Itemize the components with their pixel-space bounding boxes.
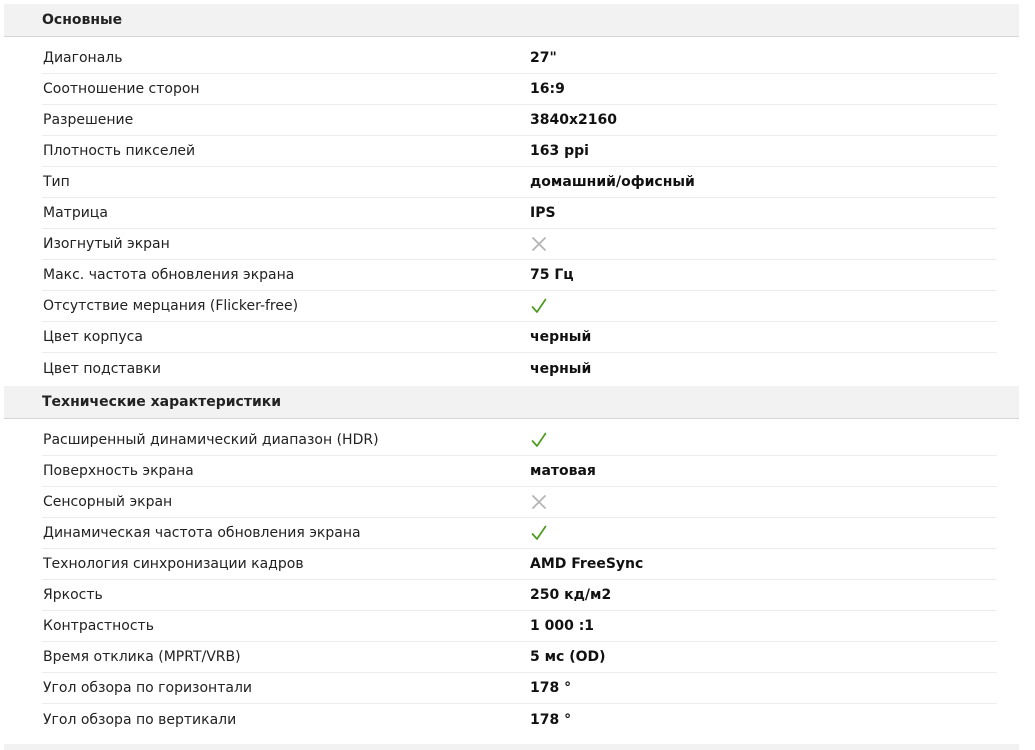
check-icon [530,297,548,315]
spec-row-touch-screen: Сенсорный экран [42,487,997,518]
spec-value: 163 ppi [530,143,589,159]
check-icon [530,431,548,449]
spec-label: Расширенный динамический диапазон (HDR) [43,432,379,448]
spec-label: Макс. частота обновления экрана [43,267,295,283]
spec-row-pixel-density: Плотность пикселей 163 ppi [42,136,997,167]
spec-row-flicker-free: Отсутствие мерцания (Flicker-free) [42,291,997,322]
spec-label: Разрешение [43,112,134,128]
spec-value: AMD FreeSync [530,556,644,572]
spec-value: 178 ° [530,711,572,728]
spec-label: Диагональ [43,50,123,66]
spec-value: IPS [530,205,556,221]
spec-value [530,518,548,548]
spec-label: Цвет корпуса [43,329,143,345]
spec-value: 5 мс (OD) [530,649,606,665]
spec-row-sync-technology: Технология синхронизации кадров AMD Free… [42,549,997,580]
spec-label: Цвет подставки [43,360,161,377]
spec-row-hdr: Расширенный динамический диапазон (HDR) [42,425,997,456]
section-rows-basic: Диагональ 27" Соотношение сторон 16:9 Ра… [4,37,1019,386]
spec-value [530,291,548,321]
spec-label: Контрастность [43,618,154,634]
spec-value: 27" [530,50,557,66]
spec-value: 1 000 :1 [530,618,595,634]
spec-row-aspect-ratio: Соотношение сторон 16:9 [42,74,997,105]
spec-label: Угол обзора по вертикали [43,711,237,728]
spec-row-horizontal-angle: Угол обзора по горизонтали 178 ° [42,673,997,704]
section-rows-technical: Расширенный динамический диапазон (HDR) … [4,419,1019,737]
spec-value: 3840x2160 [530,112,617,128]
spec-label: Динамическая частота обновления экрана [43,525,361,541]
spec-value: домашний/офисный [530,174,695,190]
section-title: Основные [42,12,123,28]
spec-row-dynamic-refresh: Динамическая частота обновления экрана [42,518,997,549]
spec-label: Время отклика (MPRT/VRB) [43,649,241,665]
section-header-technical: Технические характеристики [4,386,1019,419]
spec-value: черный [530,360,592,377]
spec-value [530,425,548,455]
spec-value: черный [530,329,592,345]
spec-label: Яркость [43,587,103,603]
spec-label: Изогнутый экран [43,236,170,252]
spec-table: Основные Диагональ 27" Соотношение сторо… [4,4,1019,737]
spec-row-body-color: Цвет корпуса черный [42,322,997,353]
spec-value [530,229,548,259]
spec-value: 250 кд/м2 [530,587,612,603]
spec-row-contrast: Контрастность 1 000 :1 [42,611,997,642]
spec-label: Поверхность экрана [43,463,194,479]
spec-row-resolution: Разрешение 3840x2160 [42,105,997,136]
footer-band [4,744,1019,750]
spec-label: Плотность пикселей [43,143,196,159]
spec-label: Отсутствие мерцания (Flicker-free) [43,298,299,314]
spec-row-diagonal: Диагональ 27" [42,43,997,74]
spec-label: Тип [43,174,70,190]
spec-row-max-refresh: Макс. частота обновления экрана 75 Гц [42,260,997,291]
spec-label: Угол обзора по горизонтали [43,680,252,696]
spec-row-response-time: Время отклика (MPRT/VRB) 5 мс (OD) [42,642,997,673]
spec-row-curved-screen: Изогнутый экран [42,229,997,260]
section-title: Технические характеристики [42,394,282,410]
check-icon [530,524,548,542]
spec-row-stand-color: Цвет подставки черный [42,353,997,384]
spec-value: 178 ° [530,680,572,696]
spec-label: Матрица [43,205,108,221]
spec-row-matrix: Матрица IPS [42,198,997,229]
cross-icon [530,235,548,253]
spec-row-vertical-angle: Угол обзора по вертикали 178 ° [42,704,997,735]
spec-value [530,487,548,517]
spec-row-type: Тип домашний/офисный [42,167,997,198]
section-header-basic: Основные [4,4,1019,37]
spec-row-screen-surface: Поверхность экрана матовая [42,456,997,487]
spec-row-brightness: Яркость 250 кд/м2 [42,580,997,611]
spec-label: Соотношение сторон [43,81,200,97]
cross-icon [530,493,548,511]
spec-label: Технология синхронизации кадров [43,556,304,572]
page: Основные Диагональ 27" Соотношение сторо… [0,0,1035,750]
spec-value: матовая [530,463,596,479]
spec-value: 75 Гц [530,267,574,283]
spec-value: 16:9 [530,81,565,97]
spec-label: Сенсорный экран [43,494,173,510]
